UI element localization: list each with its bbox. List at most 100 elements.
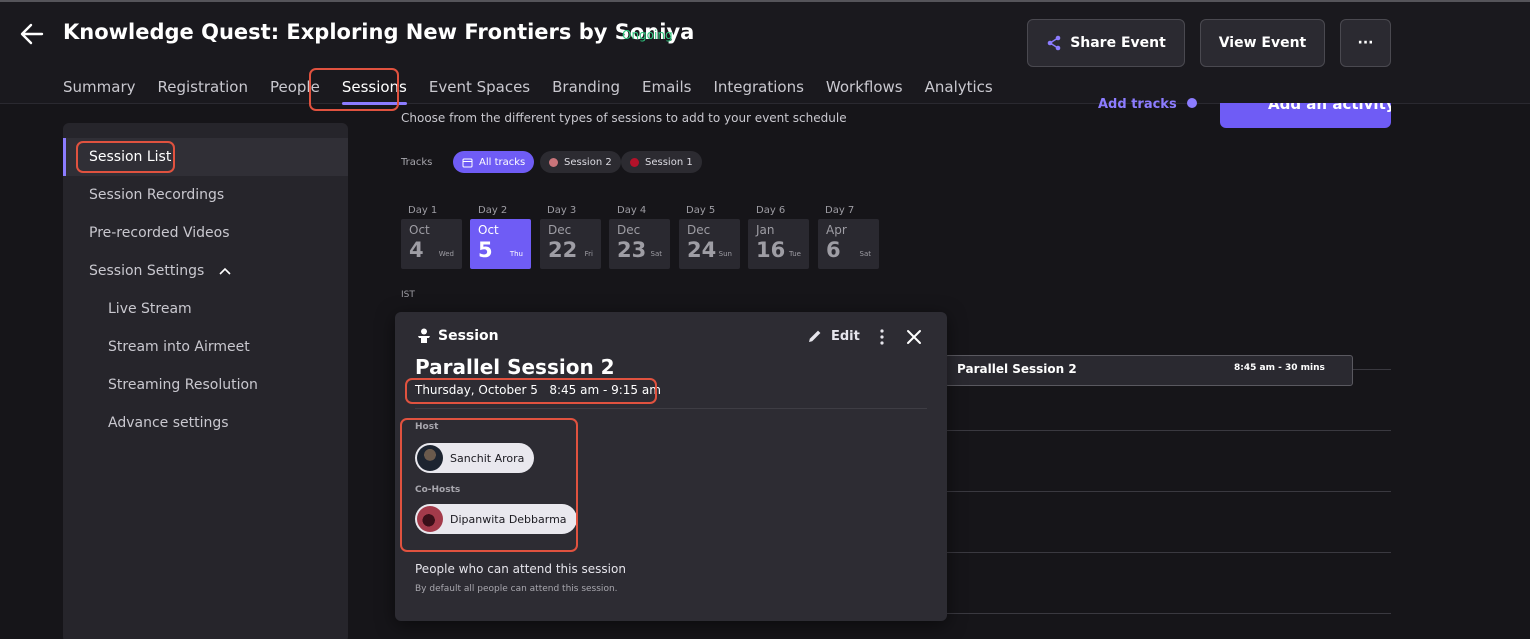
tab-people[interactable]: People xyxy=(259,76,331,98)
timezone-label: IST xyxy=(401,290,415,300)
day-date: 6 xyxy=(826,238,841,262)
day-month: Dec xyxy=(548,223,572,237)
calendar-icon xyxy=(462,158,473,167)
day-label: Day 1 xyxy=(408,205,438,216)
tab-integrations[interactable]: Integrations xyxy=(702,76,814,98)
speaker-icon xyxy=(418,328,430,343)
sidebar-item-session-recordings[interactable]: Session Recordings xyxy=(89,187,224,203)
attendance-heading: People who can attend this session xyxy=(415,562,626,576)
day-selector-3[interactable]: Dec 22 Fri xyxy=(540,219,601,269)
day-selector-4[interactable]: Dec 23 Sat xyxy=(609,219,670,269)
day-weekday: Tue xyxy=(789,250,801,258)
day-selector-6[interactable]: Jan 16 Tue xyxy=(748,219,809,269)
sidebar-item-streaming-resolution[interactable]: Streaming Resolution xyxy=(108,377,258,393)
event-header: Knowledge Quest: Exploring New Frontiers… xyxy=(0,2,1530,105)
cohost-chip[interactable]: Dipanwita Debbarma xyxy=(415,504,577,534)
host-label: Host xyxy=(415,422,439,432)
track-chip-label: Session 2 xyxy=(564,156,612,168)
view-event-button[interactable]: View Event xyxy=(1200,19,1325,67)
share-event-label: Share Event xyxy=(1070,35,1166,51)
share-icon xyxy=(1047,35,1061,51)
tracks-label: Tracks xyxy=(401,157,433,168)
day-month: Oct xyxy=(478,223,499,237)
day-weekday: Fri xyxy=(584,250,593,258)
tab-branding[interactable]: Branding xyxy=(541,76,631,98)
day-date: 22 xyxy=(548,238,578,262)
day-month: Dec xyxy=(617,223,641,237)
day-month: Oct xyxy=(409,223,430,237)
add-activity-button[interactable]: Add an activity xyxy=(1220,103,1391,128)
tab-registration[interactable]: Registration xyxy=(147,76,259,98)
sidebar-item-prerecorded-videos[interactable]: Pre-recorded Videos xyxy=(89,225,230,241)
event-title: Knowledge Quest: Exploring New Frontiers… xyxy=(63,20,695,44)
day-date: 4 xyxy=(409,238,424,262)
back-arrow-icon[interactable] xyxy=(18,20,46,48)
tab-workflows[interactable]: Workflows xyxy=(815,76,914,98)
day-month: Apr xyxy=(826,223,847,237)
edit-session-button[interactable]: Edit xyxy=(807,328,860,344)
day-selector-2[interactable]: Oct 5 Thu xyxy=(470,219,531,269)
sidebar-item-session-settings[interactable]: Session Settings xyxy=(89,263,231,279)
day-label: Day 2 xyxy=(478,205,508,216)
day-selector-5[interactable]: Dec 24 Sun xyxy=(679,219,740,269)
tab-analytics[interactable]: Analytics xyxy=(914,76,1004,98)
track-chip-label: All tracks xyxy=(479,156,526,168)
track-chip-session-2[interactable]: Session 2 xyxy=(540,151,621,173)
track-chip-session-1[interactable]: Session 1 xyxy=(621,151,702,173)
session-block-time: 8:45 am - 30 mins xyxy=(1234,363,1325,373)
event-tabs: Summary Registration People Sessions Eve… xyxy=(63,76,1004,105)
day-selector-7[interactable]: Apr 6 Sat xyxy=(818,219,879,269)
day-date: 23 xyxy=(617,238,647,262)
timeline-gridline xyxy=(946,491,1391,492)
share-event-button[interactable]: Share Event xyxy=(1027,19,1185,67)
more-dots-icon: ··· xyxy=(1357,35,1374,51)
sidebar-item-advance-settings[interactable]: Advance settings xyxy=(108,415,229,431)
host-name: Sanchit Arora xyxy=(450,451,525,465)
avatar xyxy=(417,445,443,471)
day-weekday: Wed xyxy=(438,250,454,258)
session-datetime: Thursday, October 5 8:45 am - 9:15 am xyxy=(415,383,661,397)
cohost-label: Co-Hosts xyxy=(415,485,461,495)
tab-event-spaces[interactable]: Event Spaces xyxy=(418,76,541,98)
sidebar-item-live-stream[interactable]: Live Stream xyxy=(108,301,192,317)
track-chip-all[interactable]: All tracks xyxy=(453,151,535,173)
host-chip[interactable]: Sanchit Arora xyxy=(415,443,535,473)
kebab-menu-icon[interactable] xyxy=(873,328,891,346)
day-weekday: Thu xyxy=(509,250,523,258)
day-month: Jan xyxy=(756,223,775,237)
tab-sessions[interactable]: Sessions xyxy=(331,76,418,105)
more-options-button[interactable]: ··· xyxy=(1340,19,1391,67)
status-badge: Ongoing xyxy=(622,28,673,42)
avatar xyxy=(417,506,443,532)
session-details-popover: Session Edit Parallel Session 2 Thursday… xyxy=(395,312,947,621)
day-date: 5 xyxy=(478,238,493,262)
divider xyxy=(415,408,927,409)
session-block-title: Parallel Session 2 xyxy=(957,362,1077,376)
sessions-sidebar: Session List Session Recordings Pre-reco… xyxy=(63,123,348,639)
day-date: 24 xyxy=(687,238,717,262)
attendance-note: By default all people can attend this se… xyxy=(415,584,618,594)
day-weekday: Sat xyxy=(859,250,871,258)
sidebar-item-label: Session Settings xyxy=(89,263,205,279)
day-weekday: Sat xyxy=(650,250,662,258)
day-date: 16 xyxy=(756,238,786,262)
track-chip-label: Session 1 xyxy=(645,156,693,168)
info-icon xyxy=(1187,98,1198,108)
timeline-gridline xyxy=(946,430,1391,431)
close-icon[interactable] xyxy=(905,328,923,346)
day-selector-1[interactable]: Oct 4 Wed xyxy=(401,219,462,269)
tab-summary[interactable]: Summary xyxy=(63,76,147,98)
sessions-subtitle: Choose from the different types of sessi… xyxy=(401,111,847,125)
sidebar-item-stream-into-airmeet[interactable]: Stream into Airmeet xyxy=(108,339,250,355)
add-activity-label: Add an activity xyxy=(1268,103,1391,113)
sidebar-item-session-list[interactable]: Session List xyxy=(89,149,171,165)
day-label: Day 3 xyxy=(547,205,577,216)
day-label: Day 5 xyxy=(686,205,716,216)
cohost-name: Dipanwita Debbarma xyxy=(450,512,567,526)
day-label: Day 6 xyxy=(756,205,786,216)
schedule-session-block[interactable]: Parallel Session 2 8:45 am - 30 mins xyxy=(945,355,1353,386)
add-tracks-link[interactable]: Add tracks xyxy=(1098,97,1198,112)
edit-label: Edit xyxy=(831,328,860,344)
tab-emails[interactable]: Emails xyxy=(631,76,702,98)
timeline-gridline xyxy=(946,613,1391,614)
